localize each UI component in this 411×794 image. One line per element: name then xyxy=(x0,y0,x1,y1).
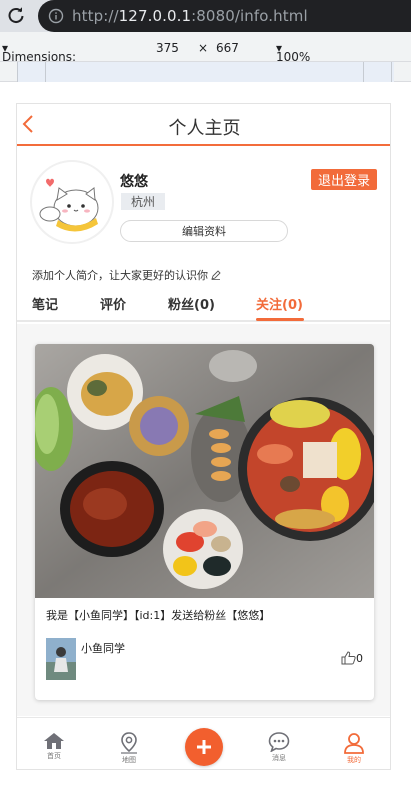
width-field[interactable]: 375 xyxy=(156,41,179,55)
reload-icon xyxy=(8,7,24,24)
user-icon xyxy=(344,733,364,754)
bio-text: 添加个人简介，让大家更好的认识你 xyxy=(32,269,208,282)
info-icon xyxy=(48,8,64,24)
url-text: http://127.0.0.1:8080/info.html xyxy=(72,7,308,25)
food-photo xyxy=(35,344,374,598)
tab-reviews[interactable]: 评价 xyxy=(100,294,126,313)
times-sign: × xyxy=(198,41,209,55)
nav-home-label: 首页 xyxy=(47,752,61,760)
like-count: 0 xyxy=(356,651,363,665)
nav-map[interactable]: 地图 xyxy=(99,718,159,769)
post-card[interactable]: 我是【小鱼同学】【id:1】发送给粉丝【悠悠】 小鱼同学 0 xyxy=(35,344,374,700)
nav-me-label: 我的 xyxy=(347,756,361,764)
browser-toolbar: http://127.0.0.1:8080/info.html xyxy=(0,0,411,32)
username: 悠悠 xyxy=(120,174,148,190)
tab-following[interactable]: 关注(0) xyxy=(256,294,303,313)
avatar[interactable] xyxy=(30,160,114,244)
reload-button[interactable] xyxy=(0,0,32,32)
phone-viewport: 个人主页 悠悠 杭州 编辑资料 退出登录 添加个人简介，让大家更好的认识你 笔记… xyxy=(16,103,391,770)
plus-icon xyxy=(197,740,211,754)
zoom-select[interactable]: 100% ▾ xyxy=(276,41,310,64)
edit-profile-button[interactable]: 编辑资料 xyxy=(120,220,288,242)
home-icon xyxy=(44,733,64,749)
author-photo xyxy=(46,638,76,680)
add-post-button[interactable] xyxy=(185,728,223,766)
tab-notes[interactable]: 笔记 xyxy=(32,294,58,313)
feed-area: 我是【小鱼同学】【id:1】发送给粉丝【悠悠】 小鱼同学 0 xyxy=(17,324,390,716)
address-bar[interactable]: http://127.0.0.1:8080/info.html xyxy=(38,0,411,32)
nav-messages-label: 消息 xyxy=(272,754,286,762)
city-tag: 杭州 xyxy=(121,193,165,210)
nav-home[interactable]: 首页 xyxy=(24,718,84,769)
bottom-nav: 首页 地图 消息 我的 xyxy=(17,717,390,769)
like-button[interactable]: 0 xyxy=(341,651,363,665)
device-select[interactable]: Dimensions: iPhone SE ▾ xyxy=(2,41,76,78)
bio-row[interactable]: 添加个人简介，让大家更好的认识你 xyxy=(32,267,221,283)
device-toolbar: Dimensions: iPhone SE ▾ 375 × 667 100% ▾ xyxy=(0,32,411,78)
thumbs-up-icon xyxy=(341,651,356,665)
nav-messages[interactable]: 消息 xyxy=(249,718,309,769)
media-query-ruler xyxy=(0,62,411,82)
page-header: 个人主页 xyxy=(17,104,390,146)
active-tab-indicator xyxy=(256,318,304,321)
pencil-icon xyxy=(211,270,221,280)
author-avatar[interactable] xyxy=(46,638,76,680)
tab-fans[interactable]: 粉丝(0) xyxy=(168,294,215,313)
logout-button[interactable]: 退出登录 xyxy=(311,169,377,190)
nav-me[interactable]: 我的 xyxy=(324,718,384,769)
profile-tabs: 笔记 评价 粉丝(0) 关注(0) xyxy=(17,290,390,322)
height-field[interactable]: 667 xyxy=(216,41,239,55)
cat-avatar-icon xyxy=(39,178,99,232)
nav-map-label: 地图 xyxy=(122,756,136,764)
map-pin-icon xyxy=(121,732,137,754)
page-title: 个人主页 xyxy=(168,118,241,139)
author-name: 小鱼同学 xyxy=(81,642,125,655)
post-caption: 我是【小鱼同学】【id:1】发送给粉丝【悠悠】 xyxy=(46,609,271,622)
chat-icon xyxy=(268,732,290,752)
